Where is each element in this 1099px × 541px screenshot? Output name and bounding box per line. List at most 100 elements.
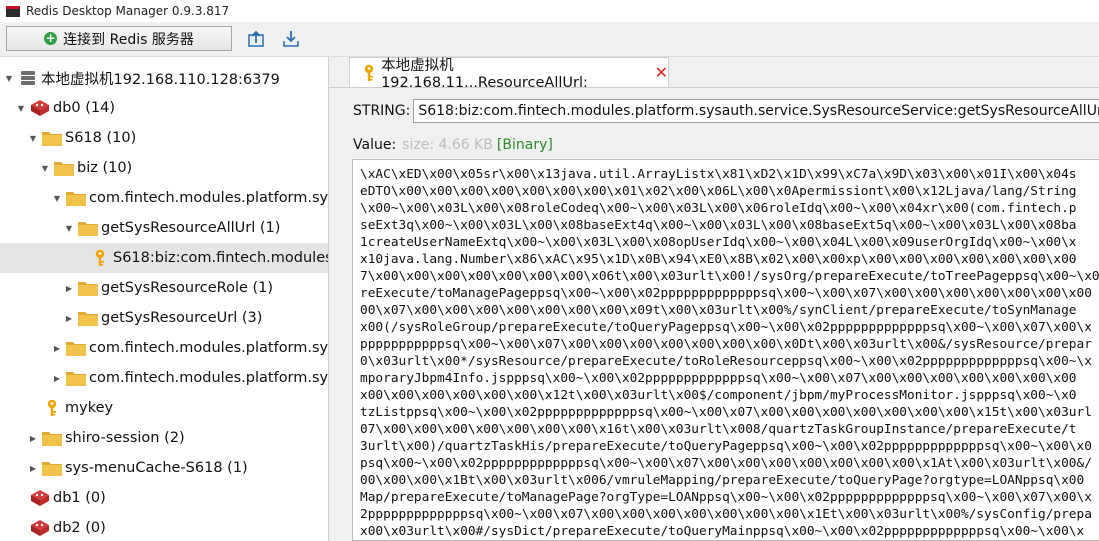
tree-item-label: getSysResourceAllUrl (1) <box>101 220 281 236</box>
server-icon <box>17 68 39 88</box>
folder-icon <box>41 458 63 478</box>
download-icon <box>283 31 299 47</box>
value-line: pppppppppppsq\x00~\x00\x07\x00\x00\x00\x… <box>360 337 1092 352</box>
expand-right-icon[interactable]: ▶ <box>28 433 38 443</box>
folder-icon <box>77 218 99 238</box>
key-name-row: STRING: S618:biz:com.fintech.modules.pla… <box>353 98 1099 124</box>
tree-item[interactable]: ▶S618:biz:com.fintech.modules.p <box>0 243 329 273</box>
app-logo-icon <box>6 5 20 17</box>
expand-right-icon[interactable]: ▶ <box>64 283 74 293</box>
folder-icon <box>41 128 63 148</box>
expand-down-icon[interactable]: ▼ <box>4 73 14 83</box>
tree-item[interactable]: ▼ 本地虚拟机192.168.110.128:6379 <box>0 63 328 93</box>
plus-icon: + <box>44 31 58 45</box>
tab-key-label: 本地虚拟机192.168.11...ResourceAllUrl: <box>381 58 588 91</box>
value-line: x10java.lang.Number\x86\xAC\x95\x1D\x0B\… <box>360 252 1077 267</box>
tree-item-label: com.fintech.modules.platform.sysd <box>89 370 329 386</box>
value-editor[interactable]: \xAC\xED\x00\x05sr\x00\x13java.util.Arra… <box>352 159 1099 541</box>
tree-item-label: com.fintech.modules.platform.sysa <box>89 190 329 206</box>
toolbar: + 连接到 Redis 服务器 <box>0 22 1099 57</box>
tree-item[interactable]: ▶ getSysResourceRole (1) <box>0 273 328 303</box>
database-icon <box>29 518 51 538</box>
folder-icon <box>65 188 87 208</box>
tree-item[interactable]: ▶ getSysResourceUrl (3) <box>0 303 328 333</box>
tree-item[interactable]: ▶ shiro-session (2) <box>0 423 328 453</box>
key-icon <box>89 248 111 268</box>
tree-item-label: mykey <box>65 400 114 416</box>
tree-item[interactable]: ▼ biz (10) <box>0 153 328 183</box>
expand-down-icon[interactable]: ▼ <box>16 103 26 113</box>
folder-icon <box>41 428 63 448</box>
expand-right-icon[interactable]: ▶ <box>52 373 62 383</box>
tree-item-label: db2 (0) <box>53 520 106 536</box>
database-icon <box>29 488 51 508</box>
tree-item[interactable]: ▶ com.fintech.modules.platform.sysd <box>0 363 329 393</box>
expand-down-icon[interactable]: ▼ <box>40 163 50 173</box>
value-size: size: 4.66 KB <box>402 137 493 153</box>
value-line: reExecute/toManagePageppsq\x00~\x00\x02p… <box>360 286 1092 301</box>
value-line: 7\x00\x00\x00\x00\x00\x00\x00\x06t\x00\x… <box>360 269 1099 284</box>
tree-item[interactable]: ▶ sys-menuCache-S618 (1) <box>0 453 328 483</box>
expand-down-icon[interactable]: ▼ <box>28 133 38 143</box>
value-info-row: Value: size: 4.66 KB [Binary] <box>353 135 553 155</box>
value-line: seExt3q\x00~\x00\x03L\x00\x08baseExt4q\x… <box>360 218 1077 233</box>
value-line: 2pppppppppppppsq\x00~\x00\x07\x00\x00\x0… <box>360 507 1092 522</box>
expand-right-icon[interactable]: ▶ <box>64 313 74 323</box>
import-button[interactable] <box>244 27 268 51</box>
value-line: Map/prepareExecute/toManagePage?orgType=… <box>360 490 1092 505</box>
folder-icon <box>77 278 99 298</box>
value-line: mporaryJbpm4Info.jspppsq\x00~\x00\x02ppp… <box>360 371 1077 386</box>
tree-item-label: S618:biz:com.fintech.modules.p <box>113 250 329 266</box>
tree-item-label: getSysResourceRole (1) <box>101 280 274 296</box>
connect-redis-button[interactable]: + 连接到 Redis 服务器 <box>6 26 232 51</box>
key-icon <box>41 398 63 418</box>
tree-item-label: db0 (14) <box>53 100 116 116</box>
import-icon <box>248 30 264 47</box>
folder-icon <box>65 368 87 388</box>
value-line: 00\x00\x00\x1Bt\x00\x03urlt\x006/vmruleM… <box>360 473 1085 488</box>
tree-item-label: getSysResourceUrl (3) <box>101 310 263 326</box>
tree-item[interactable]: ▶ com.fintech.modules.platform.sysc <box>0 333 329 363</box>
close-tab-icon[interactable]: ✕ <box>655 63 668 82</box>
tree-item-label: db1 (0) <box>53 490 106 506</box>
tree-item[interactable]: ▼ getSysResourceAllUrl (1) <box>0 213 328 243</box>
expand-down-icon[interactable]: ▼ <box>52 193 62 203</box>
tree-item[interactable]: ▼ S618 (10) <box>0 123 328 153</box>
expand-right-icon[interactable]: ▶ <box>28 463 38 473</box>
tree-item-label: biz (10) <box>77 160 133 176</box>
value-line: 0\x03urlt\x00*/sysResource/prepareExecut… <box>360 354 1092 369</box>
database-icon <box>29 98 51 118</box>
value-line: 1createUserNameExtq\x00~\x00\x03L\x00\x0… <box>360 235 1077 250</box>
connect-redis-label: 连接到 Redis 服务器 <box>63 31 194 48</box>
value-line: x00\x03urlt\x00#/sysDict/prepareExecute/… <box>360 524 1085 539</box>
tree-item[interactable]: ▼ db0 (14) <box>0 93 328 123</box>
export-button[interactable] <box>279 27 303 51</box>
tab-key[interactable]: 本地虚拟机192.168.11...ResourceAllUrl: ✕ <box>349 57 669 91</box>
window-title: Redis Desktop Manager 0.9.3.817 <box>26 4 230 18</box>
key-icon <box>358 63 379 83</box>
value-line: eDTO\x00\x00\x00\x00\x00\x00\x00\x01\x02… <box>360 184 1077 199</box>
tree-item-label: 本地虚拟机192.168.110.128:6379 <box>41 71 280 88</box>
tab-divider <box>329 87 1099 88</box>
value-line: \x00~\x00\x03L\x00\x08roleCodeq\x00~\x00… <box>360 201 1077 216</box>
value-label: Value: <box>353 137 397 153</box>
tree-item[interactable]: ▼ com.fintech.modules.platform.sysa <box>0 183 329 213</box>
value-line: tzListppsq\x00~\x00\x02pppppppppppppsq\x… <box>360 405 1092 420</box>
key-type-label: STRING: <box>353 103 411 119</box>
tree-item-label: com.fintech.modules.platform.sysc <box>89 340 329 356</box>
tree-item[interactable]: ▶mykey <box>0 393 328 423</box>
folder-icon <box>53 158 75 178</box>
value-line: psq\x00~\x00\x02pppppppppppppsq\x00~\x00… <box>360 456 1092 471</box>
value-format-badge: [Binary] <box>496 137 553 153</box>
expand-right-icon[interactable]: ▶ <box>52 343 62 353</box>
value-line: x00(/sysRoleGroup/prepareExecute/toQuery… <box>360 320 1092 335</box>
tree-item[interactable]: ▶db2 (0) <box>0 513 328 541</box>
folder-icon <box>77 308 99 328</box>
tree-item[interactable]: ▶db1 (0) <box>0 483 328 513</box>
connection-tree[interactable]: ▼ 本地虚拟机192.168.110.128:6379 ▼ db0 (14) ▼ S618… <box>0 57 329 541</box>
tree-item-label: S618 (10) <box>65 130 137 146</box>
value-line: x00\x00\x00\x00\x00\x00\x12t\x00\x03urlt… <box>360 388 1077 403</box>
key-name-input[interactable]: S618:biz:com.fintech.modules.platform.sy… <box>413 99 1099 123</box>
expand-down-icon[interactable]: ▼ <box>64 223 74 233</box>
key-view-panel: 本地虚拟机192.168.11...ResourceAllUrl: ✕ STRI… <box>329 57 1099 541</box>
